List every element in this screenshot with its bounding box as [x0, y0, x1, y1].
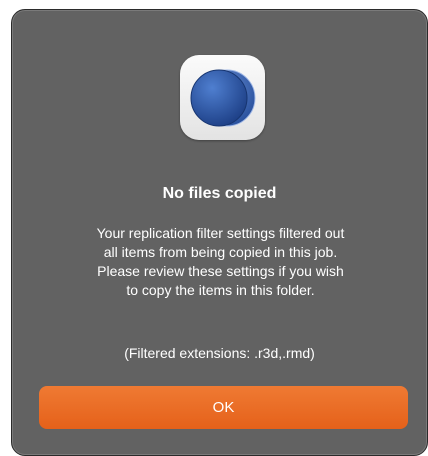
filtered-extensions-text: (Filtered extensions: .r3d,.rmd)	[124, 345, 315, 361]
dialog-message: Your replication filter settings filtere…	[96, 225, 345, 298]
ok-button[interactable]: OK	[39, 386, 408, 429]
replication-app-icon	[180, 55, 265, 140]
dialog-title: No files copied	[162, 185, 277, 202]
alert-dialog: No files copied Your replication filter …	[11, 9, 428, 456]
